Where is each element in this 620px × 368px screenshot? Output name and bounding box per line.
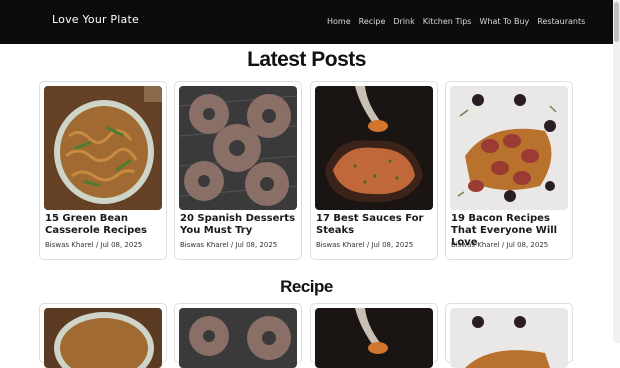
post-author[interactable]: Biswas Kharel — [180, 241, 229, 249]
main-nav: Home Recipe Drink Kitchen Tips What To B… — [327, 17, 593, 26]
nav-drink[interactable]: Drink — [393, 17, 414, 26]
post-title[interactable]: 17 Best Sauces For Steaks — [316, 213, 438, 237]
post-title[interactable]: 15 Green Bean Casserole Recipes — [45, 213, 167, 237]
post-card[interactable]: 19 Bacon Recipes That Everyone Will Love… — [445, 81, 573, 260]
page-scrollbar[interactable] — [613, 0, 620, 343]
bacon-wrapped-dates-image[interactable] — [450, 86, 568, 210]
top-navbar: Love Your Plate Home Recipe Drink Kitche… — [0, 0, 613, 44]
green-bean-casserole-image[interactable] — [44, 308, 162, 368]
green-bean-casserole-image[interactable] — [44, 86, 162, 210]
nav-kitchen-tips[interactable]: Kitchen Tips — [423, 17, 472, 26]
post-date: Jul 08, 2025 — [506, 241, 549, 249]
post-author[interactable]: Biswas Kharel — [451, 241, 500, 249]
post-card[interactable] — [174, 303, 302, 368]
post-author[interactable]: Biswas Kharel — [316, 241, 365, 249]
site-logo[interactable]: Love Your Plate — [52, 13, 139, 26]
post-meta: Biswas Kharel / Jul 08, 2025 — [45, 241, 143, 249]
post-date: Jul 08, 2025 — [100, 241, 143, 249]
post-meta: Biswas Kharel / Jul 08, 2025 — [316, 241, 414, 249]
recipe-heading: Recipe — [280, 277, 333, 296]
post-date: Jul 08, 2025 — [235, 241, 278, 249]
scrollbar-thumb[interactable] — [614, 2, 619, 42]
nav-restaurants[interactable]: Restaurants — [537, 17, 585, 26]
post-card[interactable]: 20 Spanish Desserts You Must Try Biswas … — [174, 81, 302, 260]
steak-sauce-image[interactable] — [315, 86, 433, 210]
nav-what-to-buy[interactable]: What To Buy — [479, 17, 529, 26]
post-author[interactable]: Biswas Kharel — [45, 241, 94, 249]
post-title[interactable]: 20 Spanish Desserts You Must Try — [180, 213, 302, 237]
nav-home[interactable]: Home — [327, 17, 351, 26]
post-card[interactable] — [310, 303, 438, 368]
latest-posts-heading: Latest Posts — [247, 48, 366, 71]
spanish-donuts-image[interactable] — [179, 308, 297, 368]
post-card[interactable]: 15 Green Bean Casserole Recipes Biswas K… — [39, 81, 167, 260]
post-card[interactable]: 17 Best Sauces For Steaks Biswas Kharel … — [310, 81, 438, 260]
nav-recipe[interactable]: Recipe — [359, 17, 386, 26]
post-card[interactable] — [445, 303, 573, 368]
post-date: Jul 08, 2025 — [371, 241, 414, 249]
post-card[interactable] — [39, 303, 167, 368]
spanish-donuts-image[interactable] — [179, 86, 297, 210]
bacon-wrapped-dates-image[interactable] — [450, 308, 568, 368]
post-meta: Biswas Kharel / Jul 08, 2025 — [451, 241, 549, 249]
post-meta: Biswas Kharel / Jul 08, 2025 — [180, 241, 278, 249]
steak-sauce-image[interactable] — [315, 308, 433, 368]
